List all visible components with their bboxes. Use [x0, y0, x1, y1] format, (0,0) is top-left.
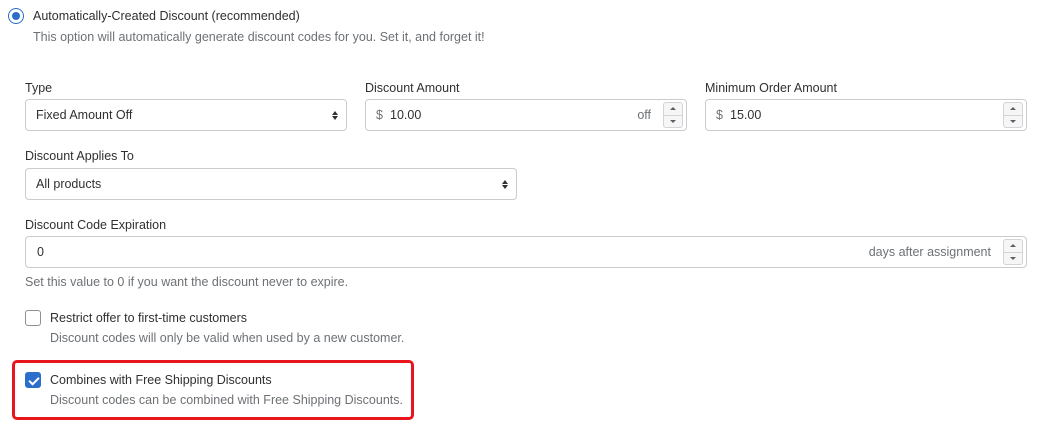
discount-amount-label: Discount Amount — [365, 81, 460, 95]
chevron-down-icon — [1010, 119, 1016, 123]
auto-discount-text: Automatically-Created Discount (recommen… — [33, 7, 485, 46]
dollar-prefix: $ — [376, 108, 383, 122]
off-suffix: off — [637, 108, 651, 122]
dollar-prefix: $ — [716, 108, 723, 122]
expiration-label: Discount Code Expiration — [25, 218, 167, 232]
expiration-value: 0 — [37, 245, 44, 259]
chevron-up-icon — [1010, 107, 1016, 111]
discount-amount-input[interactable]: $ 10.00 off — [365, 99, 687, 131]
discount-amount-value: 10.00 — [390, 108, 422, 122]
auto-discount-option[interactable]: Automatically-Created Discount (recommen… — [8, 7, 485, 46]
decrement-button[interactable] — [1003, 115, 1023, 128]
minimum-order-stepper[interactable] — [1003, 102, 1023, 128]
auto-discount-radio[interactable] — [8, 8, 24, 24]
minimum-order-label: Minimum Order Amount — [705, 81, 837, 95]
minimum-order-value: 15.00 — [730, 108, 762, 122]
chevron-down-icon — [670, 119, 676, 123]
minimum-order-input[interactable]: $ 15.00 — [705, 99, 1027, 131]
discount-amount-stepper[interactable] — [663, 102, 683, 128]
increment-button[interactable] — [663, 102, 683, 116]
chevron-up-icon — [1010, 244, 1016, 248]
chevron-down-icon — [1010, 256, 1016, 260]
restrict-first-time-option[interactable]: Restrict offer to first-time customers D… — [25, 309, 404, 347]
applies-to-select[interactable]: All products — [25, 168, 517, 200]
type-select-value: Fixed Amount Off — [36, 108, 133, 122]
combine-free-shipping-option[interactable]: Combines with Free Shipping Discounts Di… — [25, 371, 403, 409]
restrict-first-time-checkbox[interactable] — [25, 310, 41, 326]
restrict-first-time-label: Restrict offer to first-time customers — [50, 311, 248, 325]
combine-free-shipping-help: Discount codes can be combined with Free… — [50, 393, 403, 407]
decrement-button[interactable] — [663, 115, 683, 128]
combine-free-shipping-label: Combines with Free Shipping Discounts — [50, 373, 272, 387]
expiration-help: Set this value to 0 if you want the disc… — [25, 275, 349, 289]
auto-discount-label: Automatically-Created Discount (recommen… — [33, 9, 300, 23]
increment-button[interactable] — [1003, 102, 1023, 116]
expiration-input[interactable]: 0 days after assignment — [25, 236, 1027, 268]
increment-button[interactable] — [1003, 239, 1023, 253]
combine-free-shipping-checkbox[interactable] — [25, 372, 41, 388]
chevron-up-icon — [670, 107, 676, 111]
type-label: Type — [25, 81, 53, 95]
restrict-first-time-help: Discount codes will only be valid when u… — [50, 331, 405, 345]
auto-discount-help: This option will automatically generate … — [33, 30, 485, 44]
type-select[interactable]: Fixed Amount Off — [25, 99, 347, 131]
restrict-first-time-text: Restrict offer to first-time customers D… — [50, 309, 404, 347]
applies-to-select-value: All products — [36, 177, 102, 191]
select-arrows-icon — [324, 110, 346, 120]
select-arrows-icon — [494, 179, 516, 189]
expiration-stepper[interactable] — [1003, 239, 1023, 265]
decrement-button[interactable] — [1003, 252, 1023, 265]
combine-free-shipping-text: Combines with Free Shipping Discounts Di… — [50, 371, 403, 409]
applies-to-label: Discount Applies To — [25, 149, 134, 163]
days-suffix: days after assignment — [868, 245, 991, 259]
